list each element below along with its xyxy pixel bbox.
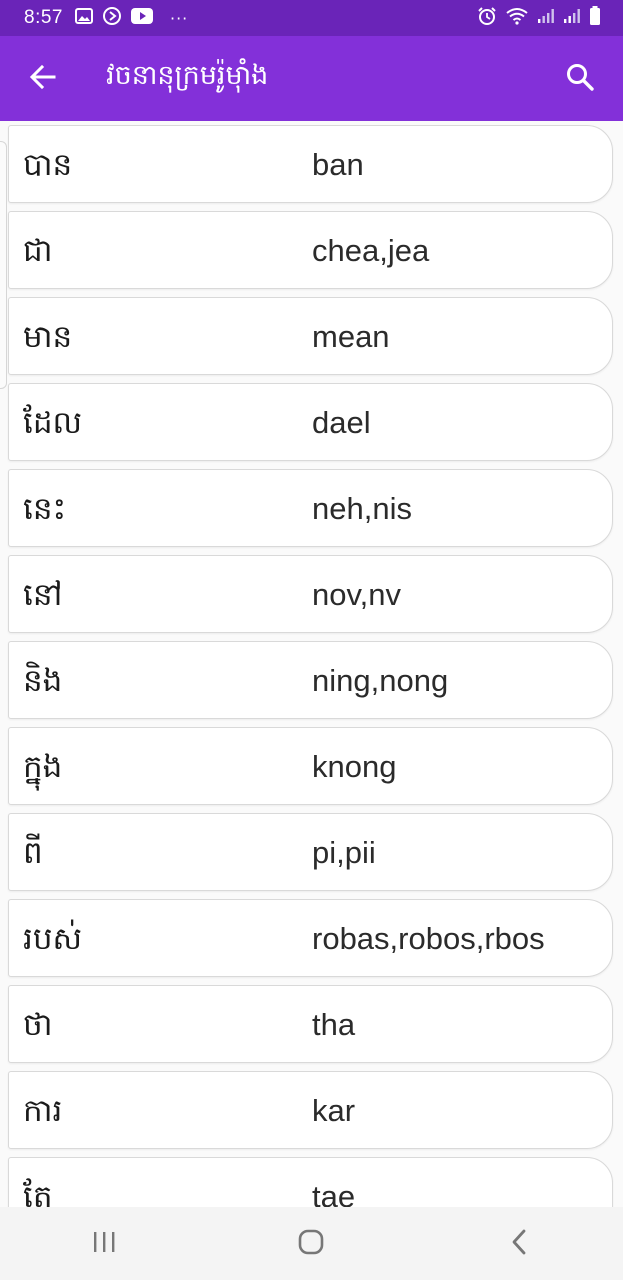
khmer-word: ពី [23, 835, 43, 871]
signal-icon [537, 8, 555, 28]
list-item[interactable]: មាន mean [8, 297, 613, 375]
romanized-word: knong [312, 749, 397, 784]
back-icon [509, 1228, 529, 1260]
scrollbar[interactable] [0, 141, 7, 389]
list-item[interactable]: របស់ robas,robos,rbos [8, 899, 613, 977]
home-icon [297, 1228, 325, 1260]
romanized-word: neh,nis [312, 491, 412, 526]
recent-apps-icon [91, 1230, 117, 1258]
romanized-word: ning,nong [312, 663, 449, 698]
romanized-word: robas,robos,rbos [312, 921, 545, 956]
khmer-word: នេះ [23, 491, 67, 527]
khmer-word: ដែល [23, 405, 83, 441]
status-left-icons: ··· [74, 6, 189, 30]
arrow-left-icon [29, 63, 57, 95]
romanized-word: dael [312, 405, 371, 440]
page-title: វចនានុក្រមរ៉ូម៉ាំង [106, 60, 269, 91]
romanized-word: pi,pii [312, 835, 376, 870]
wifi-icon [505, 7, 529, 29]
khmer-word: ថា [23, 1007, 53, 1043]
list-item[interactable]: ការ kar [8, 1071, 613, 1149]
status-time: 8:57 [24, 7, 63, 28]
image-icon [74, 8, 93, 28]
khmer-word: ការ [23, 1093, 63, 1129]
khmer-word: របស់ [23, 921, 83, 957]
list-item[interactable]: ដែល dael [8, 383, 613, 461]
word-list[interactable]: បាន ban ជា chea,jea មាន mean ដែល dael នេ… [0, 121, 623, 1207]
romanized-word: chea,jea [312, 233, 430, 268]
list-item[interactable]: នេះ neh,nis [8, 469, 613, 547]
khmer-word: ជា [23, 233, 53, 269]
romanized-word: nov,nv [312, 577, 402, 612]
romanized-word: tha [312, 1007, 356, 1042]
khmer-word: មាន [23, 319, 73, 355]
list-item[interactable]: បាន ban [8, 125, 613, 203]
search-icon [565, 62, 595, 96]
list-item[interactable]: នៅ nov,nv [8, 555, 613, 633]
khmer-word: នៅ [23, 577, 63, 613]
list-item[interactable]: ក្នុង knong [8, 727, 613, 805]
list-item[interactable]: ពី pi,pii [8, 813, 613, 891]
list-item[interactable]: តែ tae [8, 1157, 613, 1207]
recent-apps-button[interactable] [64, 1214, 144, 1274]
app-bar: វចនានុក្រមរ៉ូម៉ាំង [0, 36, 623, 121]
romanized-word: tae [312, 1179, 356, 1207]
alarm-icon [477, 6, 497, 30]
home-button[interactable] [271, 1214, 351, 1274]
signal-icon [563, 8, 581, 28]
list-item[interactable]: និង ning,nong [8, 641, 613, 719]
romanized-word: kar [312, 1093, 356, 1128]
khmer-word: និង [23, 663, 63, 699]
battery-icon [589, 6, 601, 30]
khmer-word: បាន [23, 147, 73, 183]
list-item[interactable]: ថា tha [8, 985, 613, 1063]
youtube-icon [130, 8, 153, 28]
romanized-word: ban [312, 147, 364, 182]
more-dots-icon: ··· [169, 8, 189, 28]
status-right-icons [477, 6, 601, 30]
khmer-word: ក្នុង [23, 749, 63, 785]
navigation-bar [0, 1207, 623, 1280]
list-item[interactable]: ជា chea,jea [8, 211, 613, 289]
sync-icon [102, 6, 122, 30]
status-bar: 8:57 ··· [0, 0, 623, 36]
nav-back-button[interactable] [479, 1214, 559, 1274]
khmer-word: តែ [23, 1179, 53, 1207]
back-button[interactable] [14, 50, 72, 108]
search-button[interactable] [551, 50, 609, 108]
romanized-word: mean [312, 319, 390, 354]
